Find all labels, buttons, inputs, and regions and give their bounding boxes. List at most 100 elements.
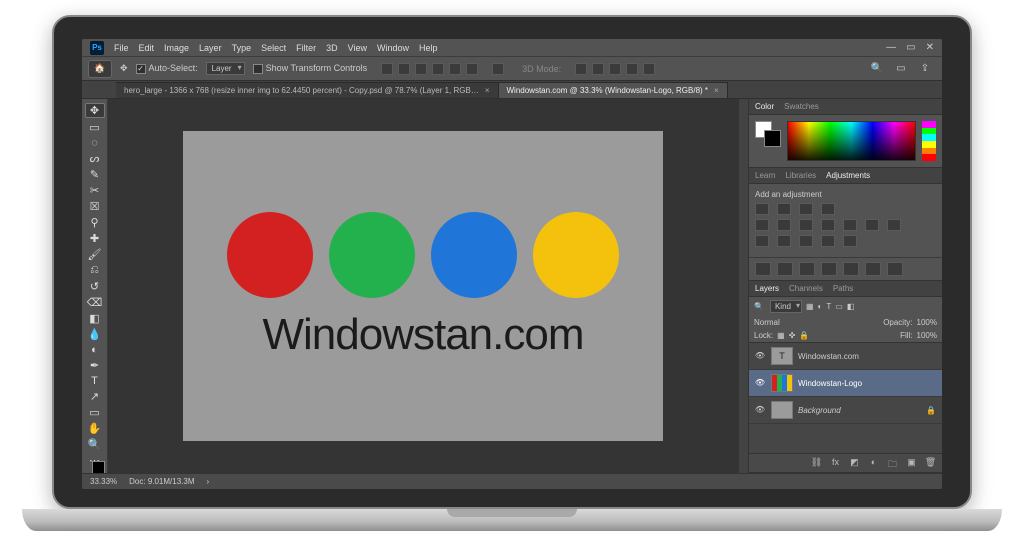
adj-colorbal-icon[interactable] [799,219,813,231]
tab-color[interactable]: Color [755,102,774,111]
adj-preset-icon[interactable] [777,262,793,276]
tab-libraries[interactable]: Libraries [785,171,816,180]
move-tool-icon[interactable]: ✥ [120,63,128,74]
filter-shape-icon[interactable]: ▭ [835,302,843,311]
mode-3d-icon[interactable] [626,63,638,75]
menu-select[interactable]: Select [261,43,286,53]
restore-icon[interactable]: ▭ [906,42,915,53]
align-icon[interactable] [398,63,410,75]
shape-tool[interactable]: ▭ [85,406,105,419]
align-icon[interactable] [415,63,427,75]
mode-3d-icon[interactable] [575,63,587,75]
adj-preset-icon[interactable] [887,262,903,276]
lock-all-icon[interactable]: 🔒 [799,331,809,340]
hand-tool[interactable]: ✋ [85,422,105,435]
align-icon[interactable] [432,63,444,75]
adj-preset-icon[interactable] [755,262,771,276]
adj-gradientmap-icon[interactable] [821,235,835,247]
adj-levels-icon[interactable] [777,203,791,215]
adj-exposure-icon[interactable] [821,203,835,215]
auto-select-target-dropdown[interactable]: Layer [206,62,245,75]
more-icon[interactable] [492,63,504,75]
layer-row[interactable]: 👁 T Windowstan.com [749,343,942,370]
tab-swatches[interactable]: Swatches [784,102,819,111]
visibility-icon[interactable]: 👁 [754,405,766,415]
chevron-right-icon[interactable]: › [207,477,210,486]
adj-hue-icon[interactable] [777,219,791,231]
show-transform-checkbox[interactable] [253,64,263,74]
opacity-field[interactable]: 100% [917,318,937,327]
visibility-icon[interactable]: 👁 [754,351,766,361]
search-icon[interactable]: 🔍 [870,62,884,76]
align-icon[interactable] [466,63,478,75]
adj-invert-icon[interactable] [755,235,769,247]
group-icon[interactable]: 🗀 [886,457,899,469]
gradient-tool[interactable]: ◧ [85,312,105,325]
adj-vibrance-icon[interactable] [755,219,769,231]
layer-kind-dropdown[interactable]: Kind [770,300,802,313]
delete-layer-icon[interactable]: 🗑 [924,457,937,469]
clone-tool[interactable]: ⎌ [85,264,105,277]
menu-layer[interactable]: Layer [199,43,222,53]
menu-image[interactable]: Image [164,43,189,53]
link-layers-icon[interactable]: ⛓ [810,457,823,469]
path-tool[interactable]: ↗ [85,390,105,403]
adj-curves-icon[interactable] [799,203,813,215]
home-button[interactable]: 🏠 [88,60,112,78]
mode-3d-icon[interactable] [643,63,655,75]
document-tab[interactable]: hero_large - 1366 x 768 (resize inner im… [116,82,499,98]
close-tab-icon[interactable]: × [714,86,719,95]
layer-mask-icon[interactable]: ◩ [848,457,861,469]
filter-type-icon[interactable]: T [826,302,831,311]
lock-pixels-icon[interactable]: ▦ [777,331,785,340]
fill-adj-icon[interactable]: ◐ [867,457,880,469]
tab-layers[interactable]: Layers [755,284,779,293]
color-fgbg[interactable] [755,121,781,147]
layer-row-background[interactable]: 👁 Background 🔒 [749,397,942,424]
blur-tool[interactable]: 💧 [85,328,105,341]
menu-type[interactable]: Type [232,43,252,53]
align-icon[interactable] [449,63,461,75]
share-icon[interactable]: ⇪ [918,62,932,76]
document-tab-active[interactable]: Windowstan.com @ 33.3% (Windowstan-Logo,… [499,82,728,98]
eyedropper-tool[interactable]: ⚲ [85,216,105,229]
adj-threshold-icon[interactable] [799,235,813,247]
align-icon[interactable] [381,63,393,75]
zoom-tool[interactable]: 🔍 [85,438,105,451]
layer-name[interactable]: Background [798,406,841,415]
adj-preset-icon[interactable] [799,262,815,276]
layer-name[interactable]: Windowstan-Logo [798,379,862,388]
adj-preset-icon[interactable] [821,262,837,276]
adj-channelmix-icon[interactable] [865,219,879,231]
layer-style-icon[interactable]: fx [829,457,842,469]
layer-row-selected[interactable]: 👁 Windowstan-Logo [749,370,942,397]
type-tool[interactable]: T [85,375,105,387]
close-icon[interactable]: ✕ [926,42,934,53]
lock-position-icon[interactable]: ✜ [789,331,796,340]
marquee-tool[interactable]: ◌ [85,137,105,149]
mode-3d-icon[interactable] [592,63,604,75]
move-tool[interactable]: ✥ [85,103,105,118]
history-brush-tool[interactable]: ↺ [85,280,105,293]
dodge-tool[interactable]: ◐ [85,344,105,356]
adj-lookup-icon[interactable] [887,219,901,231]
adj-preset-icon[interactable] [865,262,881,276]
adj-preset-icon[interactable] [843,262,859,276]
canvas-viewport[interactable]: Windowstan.com [108,99,738,473]
crop-tool[interactable]: ✂ [85,184,105,197]
brush-tool[interactable]: 🖌 [85,248,105,261]
menu-help[interactable]: Help [419,43,438,53]
visibility-icon[interactable]: 👁 [754,378,766,388]
tab-adjustments[interactable]: Adjustments [826,171,870,180]
color-spectrum[interactable] [787,121,916,161]
artboard-tool[interactable]: ▭ [85,121,105,134]
menu-filter[interactable]: Filter [296,43,316,53]
menu-3d[interactable]: 3D [326,43,338,53]
hue-column[interactable] [922,121,936,161]
background-swatch[interactable] [764,130,781,147]
zoom-level[interactable]: 33.33% [90,477,117,486]
canvas[interactable]: Windowstan.com [183,131,663,441]
pen-tool[interactable]: ✒ [85,359,105,372]
doc-size[interactable]: Doc: 9.01M/13.3M [129,477,194,486]
adj-photo-filter-icon[interactable] [843,219,857,231]
